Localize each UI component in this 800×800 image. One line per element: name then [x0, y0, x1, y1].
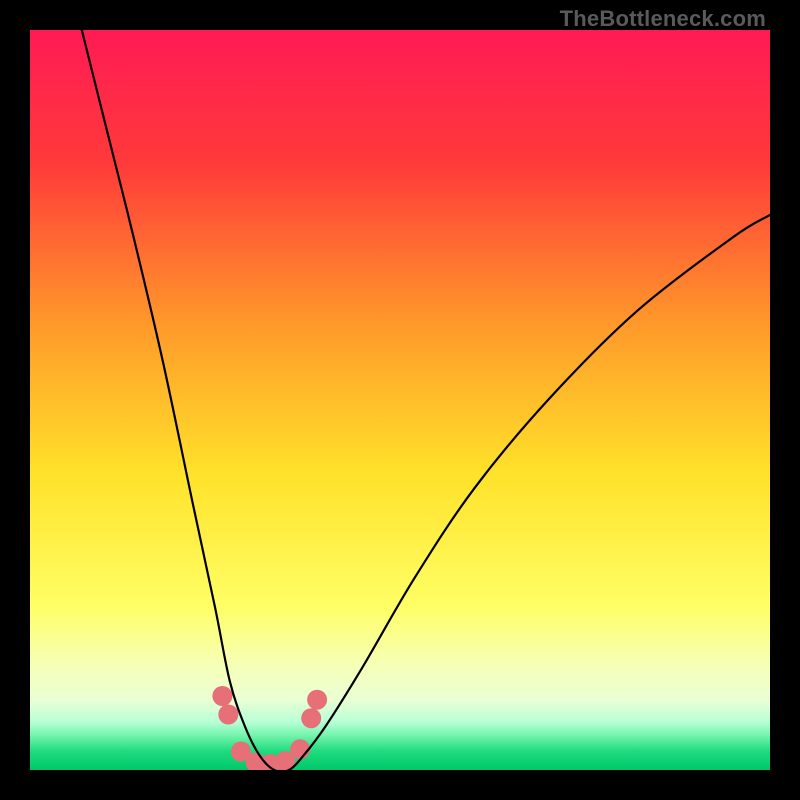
marker-dot — [218, 705, 238, 725]
watermark-text: TheBottleneck.com — [560, 6, 766, 32]
marker-dot — [290, 739, 310, 759]
marker-dot — [307, 690, 327, 710]
bottleneck-curve — [82, 30, 770, 770]
marker-dot — [301, 708, 321, 728]
chart-frame — [30, 30, 770, 770]
markers-group — [212, 686, 327, 770]
plot-area — [30, 30, 770, 770]
curve-layer — [30, 30, 770, 770]
marker-dot — [212, 686, 232, 706]
